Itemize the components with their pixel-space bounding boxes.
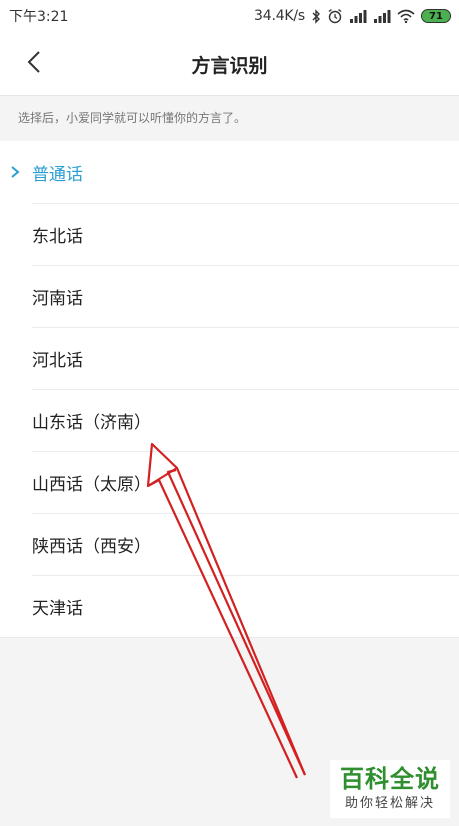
status-time: 下午3:21 [9, 9, 69, 25]
dialect-option-label: 山东话（济南） [32, 412, 151, 433]
dialect-option[interactable]: 河北话 [0, 327, 459, 389]
dialect-list: 普通话东北话河南话河北话山东话（济南） 山西话（太原） 陕西话（西安） 天津话 [0, 141, 459, 638]
watermark-subtitle: 助你轻松解决 [344, 796, 435, 811]
dialect-option-label: 山西话（太原） [32, 474, 151, 495]
watermark-title: 百科全说 [340, 765, 440, 793]
hint-text: 选择后，小爱同学就可以听懂你的方言了。 [0, 97, 459, 141]
dialect-option[interactable]: 山东话（济南） [0, 389, 459, 451]
watermark-logo: 百科全说 助你轻松解决 [330, 760, 450, 818]
dialect-option[interactable]: 天津话 [0, 575, 459, 637]
dialect-option[interactable]: 山西话（太原） [0, 451, 459, 513]
dialect-option-label: 天津话 [32, 598, 83, 619]
dialect-option[interactable]: 普通话 [0, 141, 459, 203]
wifi-icon [397, 9, 415, 23]
dialect-option-label: 普通话 [32, 164, 83, 185]
network-speed: 34.4K/s [254, 8, 305, 24]
dialect-option[interactable]: 河南话 [0, 265, 459, 327]
alarm-icon [327, 8, 343, 24]
signal-icon-1 [349, 9, 367, 23]
dialect-option-label: 东北话 [32, 226, 83, 247]
title-bar: 方言识别 [0, 32, 459, 96]
dialect-option[interactable]: 东北话 [0, 203, 459, 265]
signal-icon-2 [373, 9, 391, 23]
dialect-option-label: 陕西话（西安） [32, 536, 151, 557]
dialect-option-label: 河南话 [32, 288, 83, 309]
status-bar: 下午3:21 34.4K/s 71 [0, 0, 459, 32]
screen: 下午3:21 34.4K/s 71 方言识别 选择后，小爱同学就可以听懂你的方言… [0, 0, 459, 826]
dialect-option[interactable]: 陕西话（西安） [0, 513, 459, 575]
battery-indicator: 71 [421, 9, 451, 23]
status-icons: 34.4K/s 71 [254, 8, 451, 24]
dialect-option-label: 河北话 [32, 350, 83, 371]
page-title: 方言识别 [191, 55, 268, 77]
chevron-right-icon [10, 164, 22, 180]
bluetooth-icon [311, 8, 321, 24]
